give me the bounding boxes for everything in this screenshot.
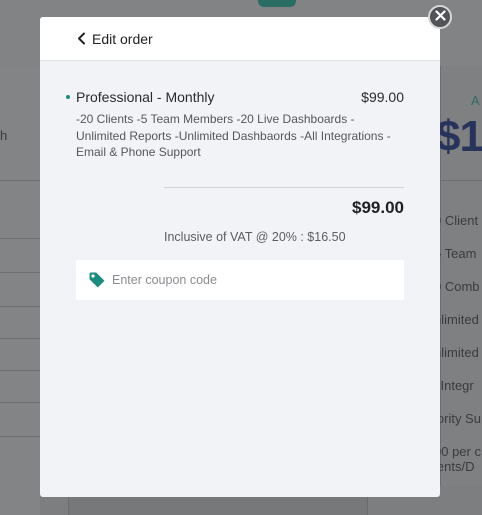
modal-title[interactable]: Edit order <box>92 31 153 47</box>
background-plan-initial: A <box>471 93 480 108</box>
background-divider <box>0 272 40 273</box>
close-button[interactable] <box>428 5 452 29</box>
background-divider <box>0 436 40 437</box>
background-divider <box>0 306 40 307</box>
plan-name: Professional - Monthly <box>76 89 215 105</box>
background-feature: 5 Team <box>434 246 477 261</box>
background-divider <box>440 180 482 181</box>
plan-features: -20 Clients -5 Team Members -20 Live Das… <box>76 112 391 159</box>
background-feature: ients/D <box>434 459 475 474</box>
tag-icon <box>88 271 106 289</box>
background-divider <box>0 180 40 181</box>
coupon-input[interactable] <box>112 273 382 287</box>
chevron-left-icon[interactable] <box>77 32 89 46</box>
background-feature: 0 Client <box>434 213 479 228</box>
close-icon[interactable] <box>434 8 446 26</box>
bullet-dot <box>66 95 70 99</box>
background-feature: nlimited <box>434 312 479 327</box>
edit-order-modal: Edit order Professional - Monthly $99.00… <box>40 17 440 497</box>
background-feature: nlimited <box>434 345 479 360</box>
background-divider <box>0 402 40 403</box>
coupon-field[interactable] <box>76 260 404 300</box>
background-feature: 00 per c <box>434 444 481 459</box>
background-divider <box>0 238 40 239</box>
plan-price: $99.00 <box>361 89 404 105</box>
order-total: $99.00 <box>352 198 404 217</box>
edit-order-back-button[interactable]: Edit order <box>40 17 440 61</box>
background-feature: iority Su <box>434 411 481 426</box>
background-plan-price: $19 <box>436 112 482 161</box>
background-left-text: h <box>0 128 8 143</box>
background-toggle <box>258 0 296 7</box>
background-feature: 0 Comb <box>434 279 480 294</box>
vat-note: Inclusive of VAT @ 20% : $16.50 <box>164 230 346 244</box>
background-footer <box>68 497 368 515</box>
background-divider <box>0 338 40 339</box>
total-divider <box>164 187 404 188</box>
background-divider <box>0 370 40 371</box>
